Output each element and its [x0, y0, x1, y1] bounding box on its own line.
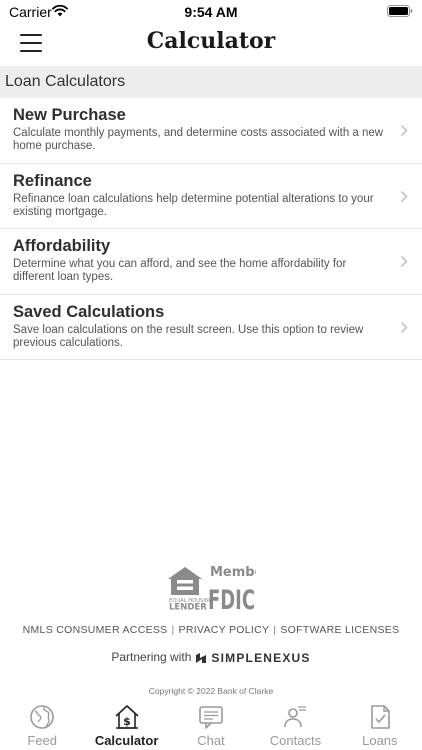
tab-loans[interactable]: Loans [338, 700, 422, 750]
item-title: Affordability [13, 237, 111, 255]
fdic-equal-housing-logo: EQUAL HOUSING LENDER Member FDIC [168, 565, 256, 612]
copyright-text: Copyright © 2022 Bank of Clarke [148, 686, 274, 696]
list-item-affordability[interactable]: Affordability Determine what you can aff… [0, 229, 422, 295]
tab-calculator[interactable]: $ Calculator [84, 700, 168, 750]
chevron-right-icon [400, 124, 408, 137]
tab-contacts[interactable]: Contacts [253, 700, 337, 750]
chevron-right-icon [400, 190, 408, 202]
link-separator: | [171, 624, 175, 636]
tab-chat[interactable]: Chat [169, 700, 253, 750]
calculator-list: New Purchase Calculate monthly payments,… [0, 98, 422, 360]
status-bar: Carrier 9:54 AM [0, 0, 422, 24]
document-check-icon [371, 705, 390, 729]
globe-icon [30, 705, 55, 729]
section-header: Loan Calculators [0, 66, 422, 98]
item-description: Calculate monthly payments, and determin… [13, 127, 384, 152]
partnering-label: Partnering with [111, 650, 192, 664]
house-dollar-icon: $ [115, 705, 139, 729]
list-item-refinance[interactable]: Refinance Refinance loan calculations he… [0, 164, 422, 229]
clock-label: 9:54 AM [184, 4, 238, 20]
link-separator: | [273, 624, 277, 636]
item-description: Determine what you can afford, and see t… [13, 258, 347, 283]
simplenexus-logo-icon [196, 652, 207, 663]
list-item-saved-calculations[interactable]: Saved Calculations Save loan calculation… [0, 295, 422, 360]
tab-label: Chat [197, 733, 225, 748]
tab-label: Feed [27, 733, 58, 748]
battery-icon [387, 5, 413, 17]
contacts-icon [284, 706, 307, 728]
item-description: Refinance loan calculations help determi… [13, 192, 374, 218]
svg-text:$: $ [123, 715, 131, 728]
tab-label: Loans [362, 733, 398, 748]
tab-feed[interactable]: Feed [0, 700, 84, 750]
list-item-new-purchase[interactable]: New Purchase Calculate monthly payments,… [0, 98, 422, 164]
tab-bar: Feed $ Calculator Chat Contacts Loans [0, 700, 422, 750]
page-title: Calculator [146, 28, 276, 54]
item-title: Saved Calculations [13, 302, 165, 321]
chat-icon [199, 706, 223, 729]
item-title: Refinance [13, 171, 92, 190]
nmls-consumer-access-link[interactable]: NMLS CONSUMER ACCESS [23, 624, 168, 636]
chevron-right-icon [400, 255, 408, 268]
privacy-policy-link[interactable]: PRIVACY POLICY [179, 624, 270, 636]
navigation-bar: Calculator [0, 24, 422, 66]
partner-line: Partnering with SIMPLENEXUS [0, 650, 422, 665]
fdic-text: FDIC [208, 585, 255, 611]
partner-brand: SIMPLENEXUS [211, 650, 311, 665]
ehl-line2: LENDER [169, 603, 207, 612]
software-licenses-link[interactable]: SOFTWARE LICENSES [280, 624, 399, 636]
item-description: Save loan calculations on the result scr… [13, 323, 364, 349]
tab-label: Calculator [94, 733, 159, 748]
footer-links: NMLS CONSUMER ACCESS | PRIVACY POLICY | SOFT… [0, 624, 422, 636]
fdic-member-text: Member [210, 565, 256, 580]
tab-label: Contacts [269, 733, 322, 748]
chevron-right-icon [400, 321, 408, 333]
item-title: New Purchase [13, 106, 126, 124]
